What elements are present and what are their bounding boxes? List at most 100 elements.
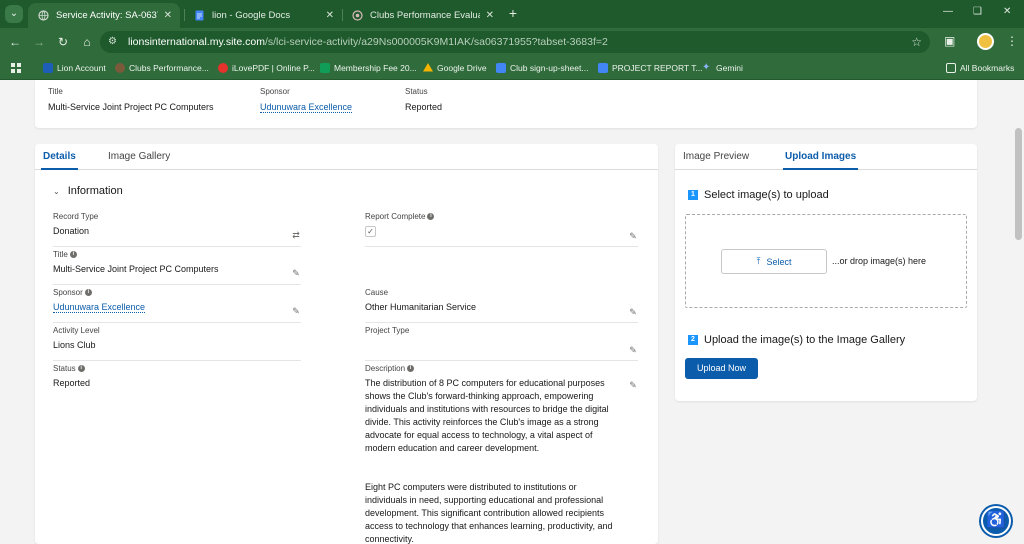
scrollbar-thumb[interactable] [1015, 128, 1022, 240]
all-bookmarks-folder[interactable]: All Bookmarks [946, 61, 1014, 75]
report-complete-checkbox: ✓ [365, 226, 376, 237]
sponsor-link[interactable]: Udunuwara Excellence [260, 102, 353, 113]
info-icon[interactable]: i [84, 289, 92, 296]
back-arrow-icon[interactable]: ← [7, 34, 23, 50]
restore-icon[interactable]: ❑ [973, 6, 982, 17]
change-record-type-icon[interactable]: ⇄ [291, 230, 301, 240]
forward-arrow-icon[interactable]: → [31, 34, 47, 50]
page-content: Title Multi-Service Joint Project PC Com… [0, 80, 1024, 544]
browser-tab-clubs-performance[interactable]: Clubs Performance Evaluation S ✕ [342, 3, 502, 28]
field-label: Title i [53, 250, 301, 259]
select-images-button[interactable]: ⤒ Select [721, 249, 827, 274]
field-label: Status i [53, 364, 301, 373]
edit-pencil-icon[interactable]: ✎ [291, 306, 301, 316]
bookmark-star-icon[interactable]: ☆ [911, 35, 922, 49]
step-upload-gallery: 2 Upload the image(s) to the Image Galle… [688, 334, 905, 346]
field-label-text: Status [53, 364, 76, 373]
drop-hint-text: ...or drop image(s) here [832, 256, 927, 266]
step-label: Upload the image(s) to the Image Gallery [704, 334, 906, 346]
image-dropzone[interactable]: ⤒ Select ...or drop image(s) here [685, 214, 967, 308]
address-bar[interactable]: ⚙ lionsinternational.my.site.com/s/lci-s… [100, 31, 930, 53]
section-title: Information [67, 185, 123, 197]
step-number-badge: 2 [688, 335, 698, 345]
bookmark-club-signup-sheet[interactable]: Club sign-up-sheet... [496, 61, 588, 75]
tab-search-button[interactable]: ⌄ [5, 5, 23, 23]
highlight-label: Title [48, 87, 63, 96]
field-record-type: Record Type Donation ⇄ [53, 212, 301, 247]
browser-tab-google-docs[interactable]: lion - Google Docs ✕ [184, 3, 342, 28]
info-icon[interactable]: i [77, 365, 85, 372]
active-tab-indicator [783, 168, 859, 170]
tab-details[interactable]: Details [41, 151, 78, 170]
bookmark-clubs-performance[interactable]: Clubs Performance... [115, 61, 209, 75]
field-report-complete: Report Complete i ✓ ✎ [365, 212, 638, 247]
accessibility-icon[interactable]: ♿ [981, 506, 1011, 536]
edit-pencil-icon[interactable]: ✎ [628, 231, 638, 241]
field-sponsor: Sponsor i Udunuwara Excellence ✎ [53, 288, 301, 323]
field-title: Title i Multi-Service Joint Project PC Co… [53, 250, 301, 285]
close-icon[interactable]: ✕ [326, 10, 334, 21]
field-label: Activity Level [53, 326, 100, 335]
edit-pencil-icon[interactable]: ✎ [628, 307, 638, 317]
tab-image-gallery[interactable]: Image Gallery [108, 151, 170, 162]
apps-grid-icon[interactable] [11, 61, 21, 75]
bookmark-project-report[interactable]: PROJECT REPORT T... [598, 61, 703, 75]
tab-label: Details [43, 151, 76, 162]
site-settings-icon[interactable]: ⚙ [108, 36, 120, 48]
highlight-value: Reported [405, 102, 443, 112]
bookmark-label: Google Drive [437, 63, 487, 73]
tab-label: Image Gallery [108, 151, 171, 162]
bookmark-label: iLovePDF | Online P... [232, 63, 315, 73]
upload-icon: ⤒ [756, 256, 761, 266]
upload-now-button[interactable]: Upload Now [685, 358, 758, 379]
tab-image-preview[interactable]: Image Preview [683, 151, 749, 162]
sponsor-link[interactable]: Udunuwara Excellence [53, 302, 146, 313]
information-section-toggle[interactable]: ⌄ Information [53, 185, 123, 197]
bookmark-google-drive[interactable]: Google Drive [423, 61, 487, 75]
edit-pencil-icon[interactable]: ✎ [628, 380, 638, 390]
field-project-type: Project Type ✎ [365, 326, 638, 361]
home-icon[interactable]: ⌂ [79, 34, 95, 50]
bookmark-ilovepdf[interactable]: iLovePDF | Online P... [218, 61, 315, 75]
close-icon[interactable]: ✕ [164, 10, 172, 21]
highlight-value: Multi-Service Joint Project PC Computers [48, 102, 214, 112]
images-card: Image Preview Upload Images 1 Select ima… [675, 144, 977, 401]
bookmark-lion-account[interactable]: Lion Account [43, 61, 106, 75]
field-label: Record Type [53, 212, 99, 221]
tab-upload-images[interactable]: Upload Images [783, 151, 859, 170]
new-tab-button[interactable]: + [505, 5, 521, 21]
bookmark-label: Gemini [716, 63, 743, 73]
edit-pencil-icon[interactable]: ✎ [628, 345, 638, 355]
highlight-sponsor: Sponsor Udunuwara Excellence [260, 87, 353, 113]
field-label-text: Report Complete [365, 212, 426, 221]
kebab-menu-icon[interactable]: ⋮ [1006, 34, 1018, 48]
close-icon[interactable]: ✕ [486, 10, 494, 21]
close-window-icon[interactable]: ✕ [1003, 6, 1011, 17]
button-label: Select [766, 256, 792, 267]
reload-icon[interactable]: ↻ [55, 34, 71, 50]
record-highlights: Title Multi-Service Joint Project PC Com… [35, 80, 977, 128]
field-value: Multi-Service Joint Project PC Computers [53, 264, 219, 274]
info-icon[interactable]: i [407, 365, 415, 372]
highlight-label: Sponsor [260, 87, 290, 96]
info-icon[interactable]: i [427, 213, 435, 220]
globe-icon [38, 10, 49, 21]
browser-tab-service-activity[interactable]: Service Activity: SA-06371955 ✕ [28, 3, 180, 28]
heart-icon [218, 63, 228, 73]
info-icon[interactable]: i [69, 251, 77, 258]
globe-icon [352, 10, 363, 21]
bookmark-label: Lion Account [57, 63, 106, 73]
step-number-badge: 1 [688, 190, 698, 200]
profile-avatar[interactable] [977, 33, 994, 50]
highlight-title: Title Multi-Service Joint Project PC Com… [48, 87, 214, 112]
extensions-icon[interactable]: ▣ [944, 34, 955, 48]
edit-pencil-icon[interactable]: ✎ [291, 268, 301, 278]
tab-title: Service Activity: SA-06371955 [56, 10, 158, 21]
google-docs-icon [598, 63, 608, 73]
field-status: Status i Reported [53, 364, 301, 399]
field-label: Project Type [365, 326, 410, 335]
minimize-icon[interactable]: — [943, 6, 953, 17]
bookmark-gemini[interactable]: ✦ Gemini [702, 61, 743, 75]
bookmark-membership-fee[interactable]: Membership Fee 20... [320, 61, 417, 75]
details-card: Details Image Gallery ⌄ Information Reco… [35, 144, 658, 544]
